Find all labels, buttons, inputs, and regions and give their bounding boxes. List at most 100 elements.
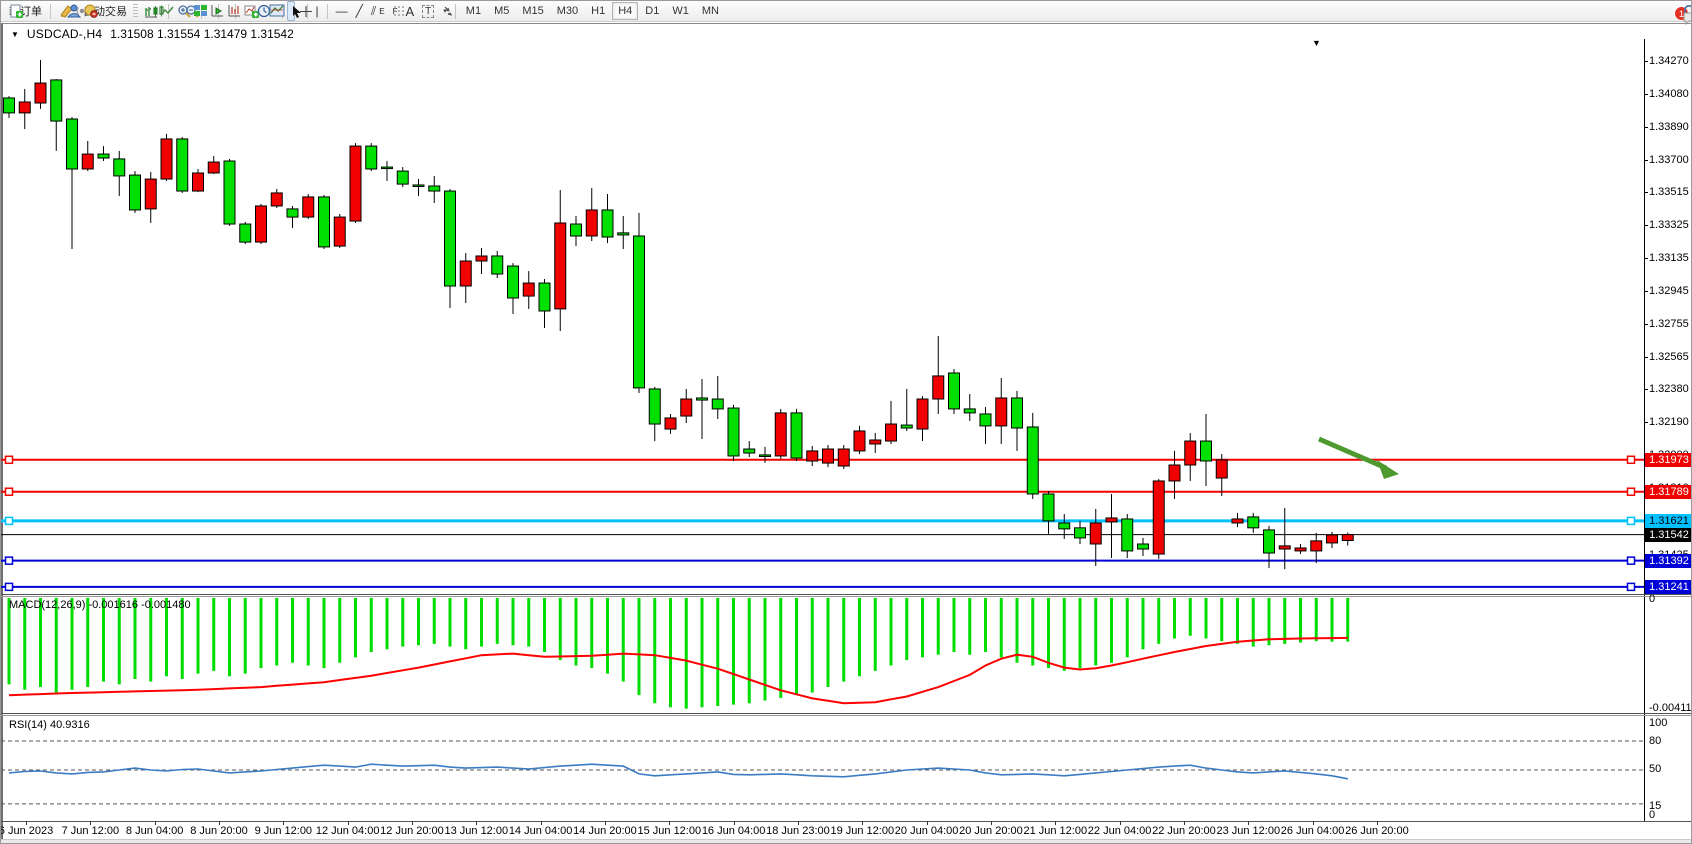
zoom-in-button[interactable] (173, 1, 181, 21)
price-tick-mark (1644, 357, 1648, 358)
timeframe-button-m30[interactable]: M30 (551, 2, 584, 20)
price-tick-label: 1.33515 (1649, 186, 1689, 198)
cursor-tool-button[interactable] (287, 1, 295, 21)
level-line-handle[interactable] (1628, 488, 1635, 495)
rsi-indicator-label: RSI(14) 40.9316 (9, 719, 90, 731)
level-line-handle[interactable] (6, 517, 13, 524)
channel-tool-button[interactable]: ⫽E (367, 1, 389, 21)
horizontal-line-tool-button[interactable]: — (332, 1, 352, 21)
price-tick-label: 1.32755 (1649, 318, 1689, 330)
timeframe-button-mn[interactable]: MN (696, 2, 725, 20)
separator-shadow (1, 715, 1692, 716)
candle-body (539, 283, 550, 311)
candle-body (760, 455, 771, 457)
line-chart-icon (160, 5, 174, 18)
candle-body (1027, 427, 1038, 494)
macd-panel-surface[interactable] (1, 597, 1645, 713)
bar-chart-mode-button[interactable] (140, 1, 148, 21)
level-line-handle[interactable] (1628, 557, 1635, 564)
bottom-scroll-strip[interactable] (1, 839, 1692, 844)
main-macd-separator[interactable] (1, 594, 1692, 595)
timeframe-button-h4[interactable]: H4 (612, 2, 638, 20)
chart-shift-icon (227, 4, 242, 18)
candle-body (1327, 535, 1338, 543)
candle-body (602, 210, 613, 237)
price-tick-label: 1.32380 (1649, 383, 1689, 395)
text-label-tool-button[interactable]: T (418, 1, 438, 21)
trendline-icon: ╱ (356, 5, 363, 17)
level-price-label-1.31621: 1.31621 (1645, 514, 1692, 528)
candle-body (712, 399, 723, 409)
fibonacci-tool-button[interactable]: F (389, 1, 402, 21)
candle-body (901, 425, 912, 428)
candle-body (1264, 530, 1275, 553)
candle-body (1295, 548, 1306, 551)
candle-body (1106, 518, 1117, 522)
candle-body (870, 440, 881, 444)
candle-body (838, 449, 849, 466)
price-chart-surface[interactable] (1, 39, 1645, 595)
candle-body (240, 224, 251, 242)
candle-body (791, 413, 802, 458)
price-tick-label: 1.34080 (1649, 88, 1689, 100)
candle-body (1059, 523, 1070, 529)
vertical-line-tool-button[interactable]: | (312, 1, 323, 21)
chart-collapse-icon[interactable]: ▼ (11, 30, 19, 39)
candle-body (933, 376, 944, 399)
timeframe-button-m5[interactable]: M5 (488, 2, 515, 20)
candle-body (382, 167, 393, 169)
candle-body (492, 256, 503, 274)
level-line-handle[interactable] (1628, 517, 1635, 524)
equidistant-channel-icon: ⫽ (371, 5, 376, 17)
date-label: 21 Jun 12:00 (1023, 825, 1087, 837)
timeframe-button-w1[interactable]: W1 (666, 2, 695, 20)
date-label: 12 Jun 04:00 (316, 825, 380, 837)
candle-body (728, 408, 739, 456)
level-line-handle[interactable] (1628, 456, 1635, 463)
candle-body (1090, 523, 1101, 544)
price-tick-mark (1644, 192, 1648, 193)
macd-rsi-separator[interactable] (1, 713, 1692, 714)
auto-trading-button[interactable]: 自动交易 (79, 1, 131, 21)
level-line-handle[interactable] (6, 456, 13, 463)
candle-body (807, 451, 818, 461)
level-line-handle[interactable] (1628, 583, 1635, 590)
candle-body (303, 197, 314, 217)
level-line-handle[interactable] (6, 583, 13, 590)
candle-body (555, 223, 566, 309)
candle-body (67, 119, 78, 169)
date-label: 26 Jun 04:00 (1281, 825, 1345, 837)
styler-button[interactable] (55, 1, 63, 21)
chart-ohlc-readout: 1.31508 1.31554 1.31479 1.31542 (110, 27, 294, 41)
candle-body (256, 206, 267, 242)
timeframe-button-m15[interactable]: M15 (516, 2, 549, 20)
price-tick-label: 1.33325 (1649, 219, 1689, 231)
trendline-tool-button[interactable]: ╱ (352, 1, 367, 21)
timeframe-button-d1[interactable]: D1 (639, 2, 665, 20)
arrows-tool-button[interactable]: ▾ (438, 1, 451, 21)
candle-body (35, 83, 46, 103)
rsi-panel-surface[interactable] (1, 716, 1645, 820)
date-label: 7 Jun 12:00 (62, 825, 120, 837)
new-order-button[interactable]: 新订单 (5, 1, 46, 21)
timeframe-button-m1[interactable]: M1 (460, 2, 487, 20)
annotation-arrow-shaft[interactable] (1319, 439, 1386, 468)
candle-body (665, 418, 676, 429)
timeframe-button-h1[interactable]: H1 (585, 2, 611, 20)
candle-body (208, 162, 219, 173)
candle-body (1122, 519, 1133, 551)
level-line-handle[interactable] (6, 557, 13, 564)
level-line-handle[interactable] (6, 488, 13, 495)
annotation-arrow-head[interactable] (1377, 460, 1399, 479)
price-tick-mark (1644, 61, 1648, 62)
separator-shadow (1, 596, 1692, 597)
auto-scroll-icon (210, 4, 225, 18)
chat-bubble-icon (1683, 11, 1692, 25)
candle-body (618, 233, 629, 235)
candle-body (1185, 441, 1196, 465)
arrows-shapes-icon (442, 5, 455, 17)
candle-body (366, 146, 377, 169)
candle-body (649, 389, 660, 424)
macd-axis-min-label: -0.004113 (1649, 702, 1692, 714)
macd-indicator-label: MACD(12,26,9) -0.001616 -0.001480 (9, 599, 191, 611)
